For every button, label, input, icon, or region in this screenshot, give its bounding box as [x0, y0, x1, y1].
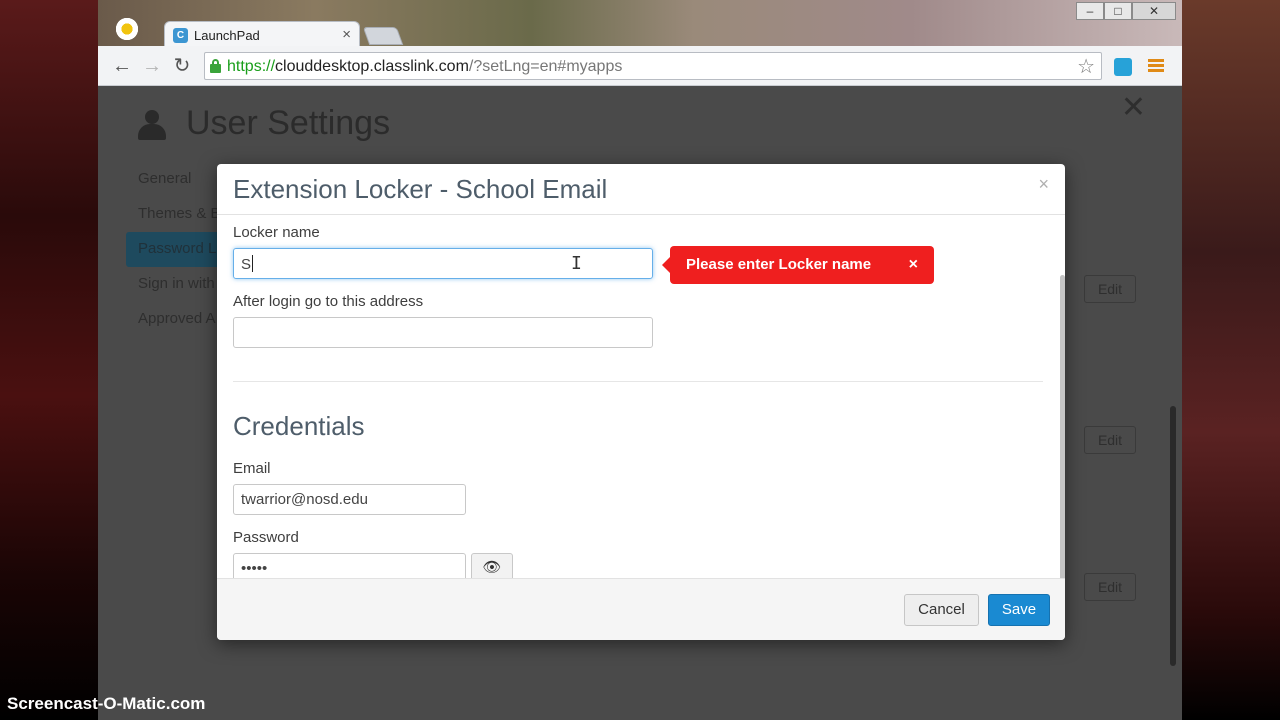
edit-button[interactable]: Edit: [1084, 275, 1136, 303]
tab-close-icon[interactable]: ×: [342, 26, 351, 43]
dialog-close-icon[interactable]: ×: [1038, 174, 1049, 195]
desktop-background-left: [0, 0, 98, 720]
user-icon: [138, 110, 166, 140]
text-caret: [252, 255, 254, 272]
reload-icon[interactable]: ↻: [170, 54, 194, 78]
forward-arrow-icon[interactable]: →: [140, 54, 164, 78]
browser-titlebar: C LaunchPad × – □ ✕: [98, 0, 1182, 48]
dialog-title: Extension Locker - School Email: [233, 174, 608, 204]
bookmark-star-icon[interactable]: ☆: [1077, 54, 1095, 79]
browser-toolbar: ← → ↻ https://clouddesktop.classlink.com…: [98, 46, 1182, 86]
window-controls: – □ ✕: [1076, 2, 1176, 20]
error-message: Please enter Locker name: [686, 256, 872, 273]
credentials-heading: Credentials: [233, 411, 365, 441]
page-close-icon[interactable]: ✕: [1121, 90, 1146, 125]
desktop-background-right: [1182, 0, 1280, 720]
edit-button[interactable]: Edit: [1084, 426, 1136, 454]
locker-name-label: Locker name: [233, 224, 320, 241]
hamburger-menu-icon[interactable]: [1148, 59, 1164, 73]
browser-tab[interactable]: C LaunchPad ×: [164, 21, 360, 48]
dialog-footer: Cancel Save: [217, 578, 1065, 640]
address-bar[interactable]: https://clouddesktop.classlink.com/?setL…: [204, 52, 1102, 80]
after-login-label: After login go to this address: [233, 293, 424, 310]
page-scrollbar[interactable]: [1170, 406, 1176, 666]
minimize-button[interactable]: –: [1076, 2, 1104, 20]
extension-cloud-icon[interactable]: [1114, 58, 1132, 76]
window-close-button[interactable]: ✕: [1132, 2, 1176, 20]
back-arrow-icon[interactable]: ←: [110, 54, 134, 78]
launchpad-favicon-icon: C: [173, 28, 188, 43]
new-tab-button[interactable]: [362, 27, 404, 45]
dialog-body: Locker name S I Please enter Locker name…: [217, 214, 1065, 584]
page-title: User Settings: [186, 104, 391, 142]
password-label: Password: [233, 529, 299, 546]
flower-logo-icon: [114, 16, 140, 42]
email-input[interactable]: twarrior@nosd.edu: [233, 484, 466, 515]
section-divider: [233, 381, 1043, 382]
extension-locker-dialog: Extension Locker - School Email × Locker…: [217, 164, 1065, 640]
dialog-scrollbar[interactable]: [1060, 275, 1065, 581]
edit-button[interactable]: Edit: [1084, 573, 1136, 601]
maximize-button[interactable]: □: [1104, 2, 1132, 20]
lock-icon: [210, 59, 221, 73]
email-label: Email: [233, 460, 271, 477]
save-button[interactable]: Save: [988, 594, 1050, 626]
locker-name-input[interactable]: S: [233, 248, 653, 279]
after-login-address-input[interactable]: [233, 317, 653, 348]
url-text: https://clouddesktop.classlink.com/?setL…: [227, 58, 623, 75]
cancel-button[interactable]: Cancel: [904, 594, 979, 626]
validation-error-tooltip: Please enter Locker name ×: [662, 246, 934, 284]
text-cursor-icon: I: [571, 253, 582, 274]
screencast-watermark: Screencast-O-Matic.com: [7, 694, 206, 713]
tab-title: LaunchPad: [194, 28, 260, 43]
error-close-icon[interactable]: ×: [909, 246, 918, 284]
